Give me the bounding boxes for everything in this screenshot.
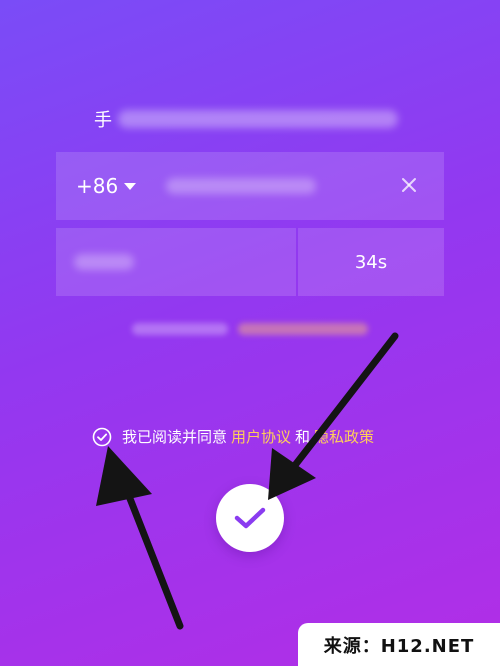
watermark-text: 来源：H12.NET [323, 635, 475, 657]
phone-field[interactable]: +86 [56, 152, 444, 220]
privacy-policy-link[interactable]: 隐私政策 [314, 426, 374, 447]
help-text-redacted [132, 323, 228, 335]
help-link-row[interactable] [132, 320, 372, 338]
resend-code-timer-label: 34s [354, 251, 388, 273]
phone-number-value [166, 178, 317, 194]
page-title: 手 [94, 104, 414, 134]
page-title-redacted [118, 110, 398, 128]
agreement-row: 我已阅读并同意 用户协议 和 隐私政策 [92, 426, 378, 447]
resend-code-timer[interactable]: 34s [298, 228, 444, 296]
page-title-text: 手 [94, 110, 112, 131]
verification-code-row: 34s [56, 228, 444, 296]
verification-code-input[interactable] [56, 228, 296, 296]
agreement-and: 和 [295, 428, 311, 446]
country-code-selector[interactable]: +86 [76, 174, 137, 198]
caret-down-icon [124, 182, 137, 190]
arrow-left-annotation [96, 446, 184, 630]
verification-code-value [74, 254, 134, 270]
country-code-label: +86 [76, 174, 119, 198]
watermark: 来源：H12.NET [298, 623, 500, 666]
agreement-text: 我已阅读并同意 [122, 428, 228, 446]
close-icon[interactable] [398, 174, 420, 196]
arrow-right-annotation [268, 332, 399, 500]
user-agreement-link[interactable]: 用户协议 [231, 426, 291, 447]
check-circle-icon[interactable] [92, 427, 112, 447]
check-icon [234, 507, 266, 529]
submit-button[interactable] [216, 484, 284, 552]
help-link-redacted[interactable] [238, 323, 368, 335]
